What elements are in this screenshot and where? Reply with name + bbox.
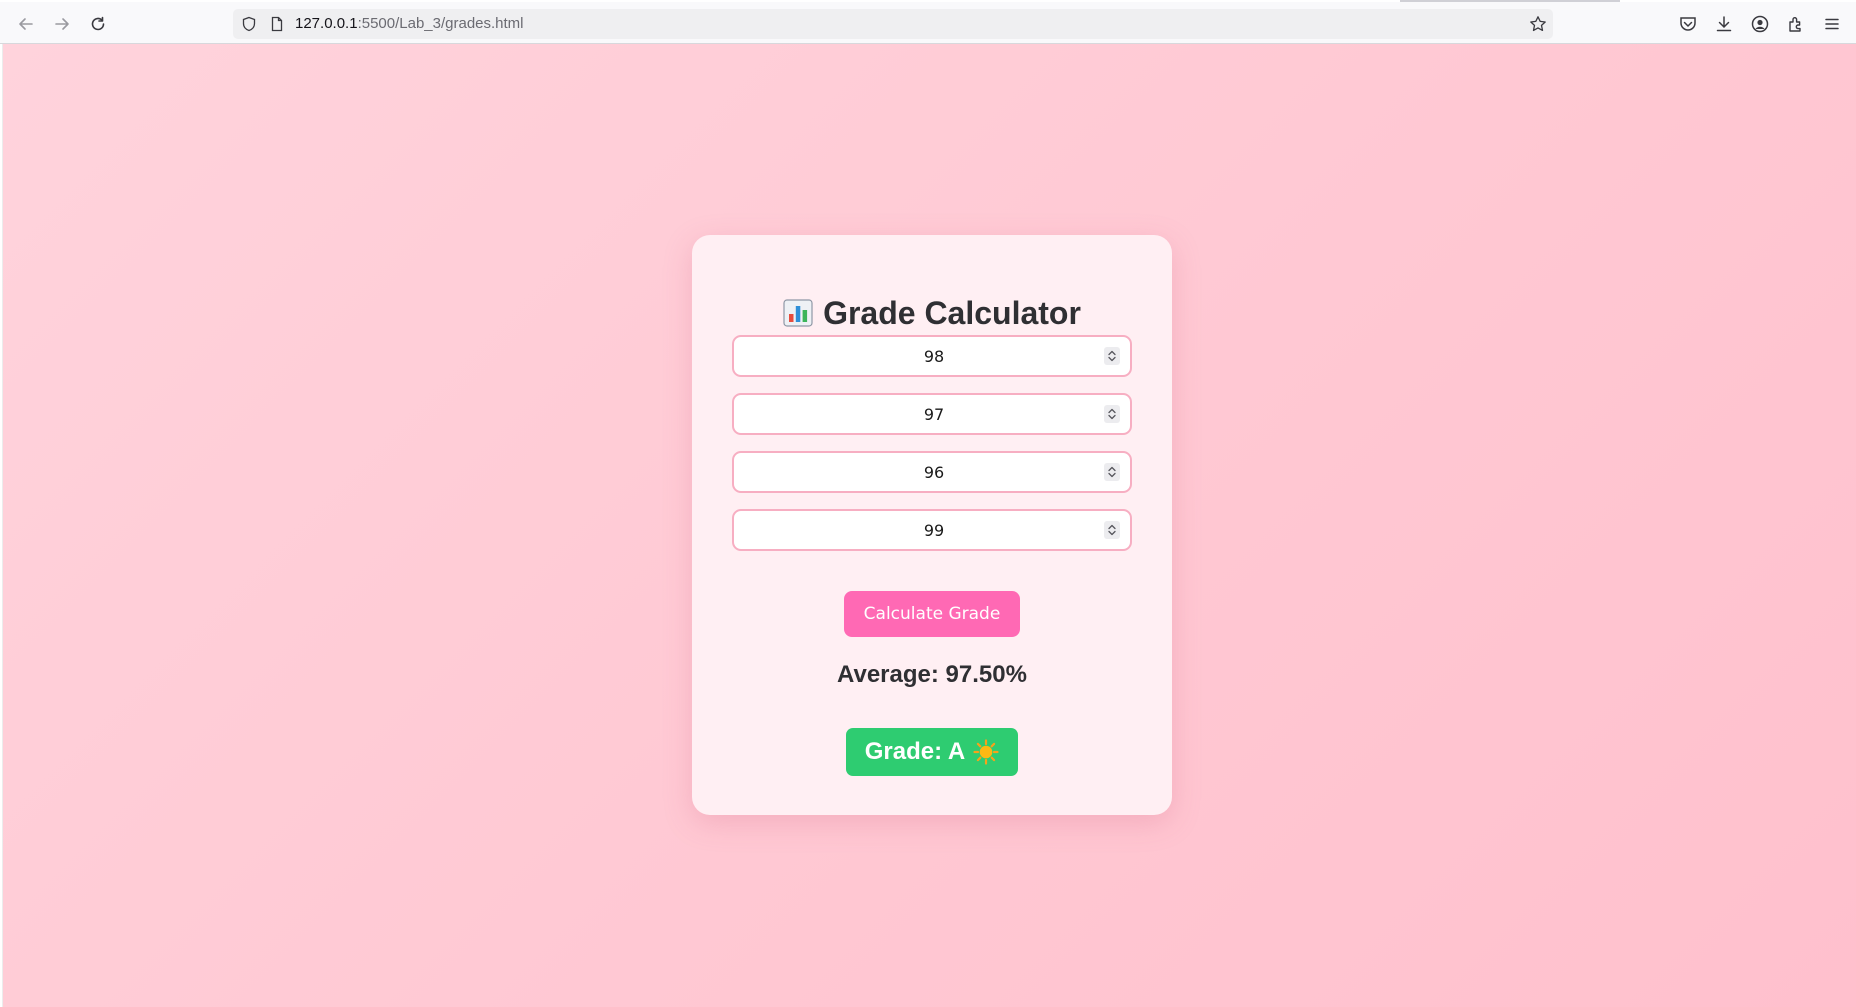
forward-arrow-icon bbox=[55, 18, 69, 30]
reload-button[interactable] bbox=[84, 10, 112, 38]
forward-button[interactable] bbox=[48, 10, 76, 38]
bar-chart-icon bbox=[783, 299, 813, 327]
page-background: Grade Calculator Calculate Gr bbox=[2, 44, 1856, 1007]
back-button[interactable] bbox=[12, 10, 40, 38]
average-text: Average: 97.50% bbox=[837, 661, 1027, 688]
spinner-3[interactable] bbox=[1104, 463, 1120, 481]
menu-icon[interactable] bbox=[1822, 14, 1842, 34]
browser-toolbar: 127.0.0.1:5500/Lab_3/grades.html bbox=[0, 2, 1856, 44]
grade-input-1[interactable] bbox=[732, 335, 1132, 377]
extensions-icon[interactable] bbox=[1786, 14, 1806, 34]
url-host: 127.0.0.1 bbox=[295, 15, 358, 32]
spinner-1[interactable] bbox=[1104, 347, 1120, 365]
grade-text: Grade: A bbox=[864, 738, 966, 765]
grade-input-3[interactable] bbox=[732, 451, 1132, 493]
back-arrow-icon bbox=[19, 18, 33, 30]
url-path: :5500/Lab_3/grades.html bbox=[357, 15, 524, 32]
spinner-arrows-icon bbox=[1108, 466, 1116, 478]
grade-field-3[interactable] bbox=[734, 453, 1104, 491]
grade-input-4[interactable] bbox=[732, 509, 1132, 551]
spinner-arrows-icon bbox=[1108, 408, 1116, 420]
url-text[interactable]: 127.0.0.1:5500/Lab_3/grades.html bbox=[295, 15, 524, 32]
sun-icon bbox=[973, 739, 999, 765]
grade-result-badge: Grade: A bbox=[846, 728, 1018, 776]
spinner-arrows-icon bbox=[1108, 350, 1116, 362]
page-icon[interactable] bbox=[269, 16, 285, 32]
pocket-icon[interactable] bbox=[1678, 14, 1698, 34]
reload-icon bbox=[91, 16, 105, 31]
download-icon[interactable] bbox=[1714, 14, 1734, 34]
account-icon[interactable] bbox=[1750, 14, 1770, 34]
address-bar[interactable]: 127.0.0.1:5500/Lab_3/grades.html bbox=[233, 9, 1553, 39]
grade-input-2[interactable] bbox=[732, 393, 1132, 435]
bookmark-star-icon[interactable] bbox=[1529, 15, 1547, 33]
grade-calculator-card: Grade Calculator Calculate Gr bbox=[692, 235, 1172, 815]
spinner-arrows-icon bbox=[1108, 524, 1116, 536]
calculate-grade-button[interactable]: Calculate Grade bbox=[844, 591, 1020, 637]
grade-field-2[interactable] bbox=[734, 395, 1104, 433]
spinner-4[interactable] bbox=[1104, 521, 1120, 539]
page-title: Grade Calculator bbox=[692, 295, 1172, 332]
grade-field-1[interactable] bbox=[734, 337, 1104, 375]
shield-icon[interactable] bbox=[241, 16, 257, 32]
grade-field-4[interactable] bbox=[734, 511, 1104, 549]
spinner-2[interactable] bbox=[1104, 405, 1120, 423]
title-text: Grade Calculator bbox=[823, 295, 1081, 331]
